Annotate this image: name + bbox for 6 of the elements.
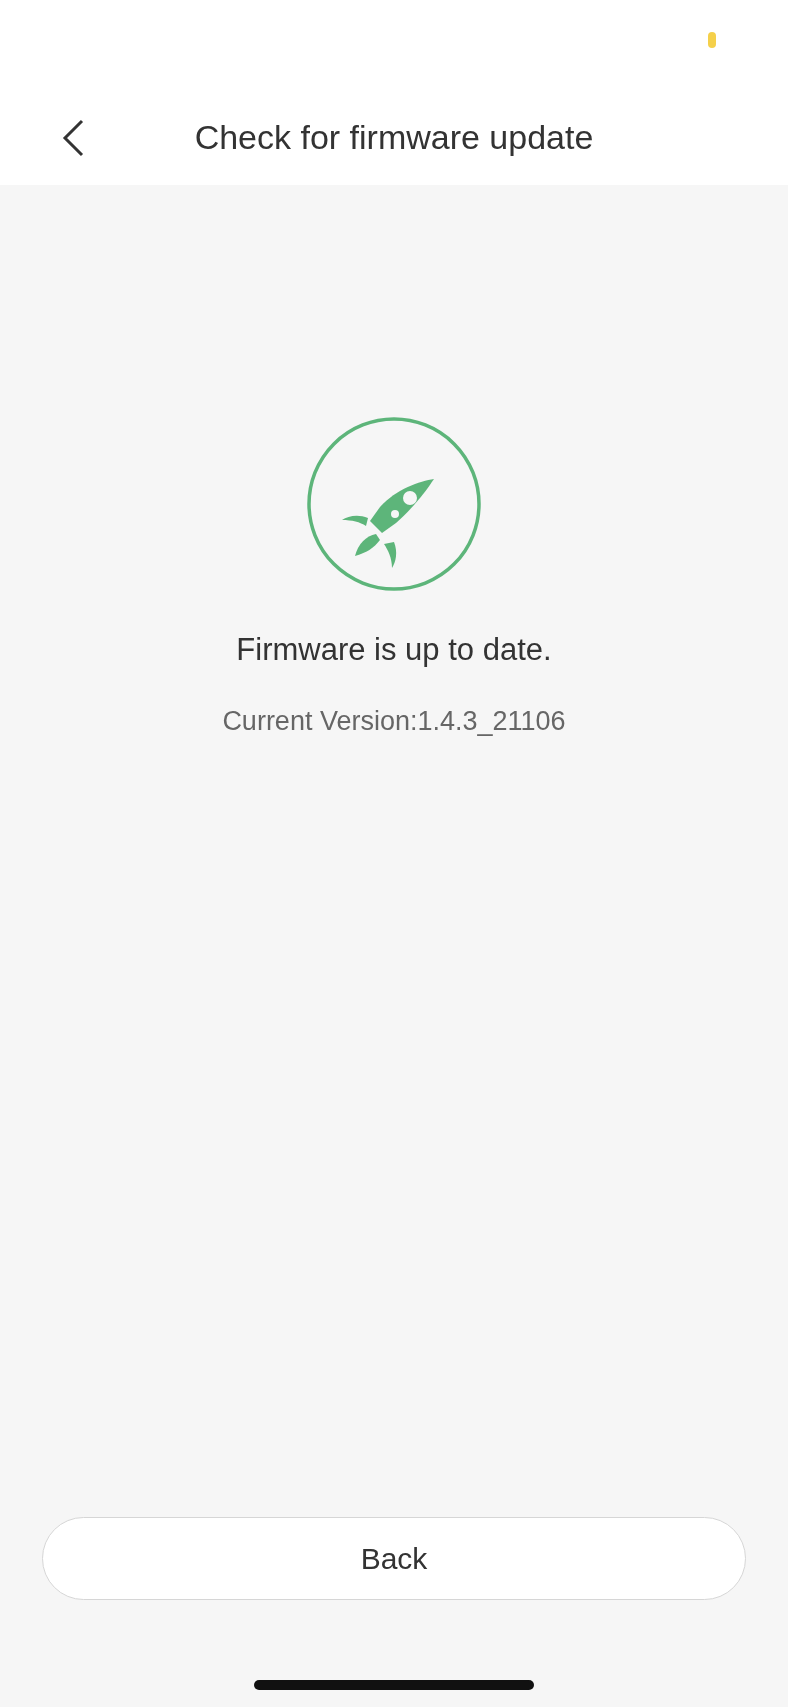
rocket-icon (306, 416, 482, 592)
back-button[interactable]: Back (42, 1517, 746, 1600)
status-indicator-icon (708, 32, 716, 48)
status-message: Firmware is up to date. (236, 632, 552, 668)
page-title: Check for firmware update (194, 118, 594, 157)
version-text: Current Version:1.4.3_21106 (222, 706, 566, 737)
